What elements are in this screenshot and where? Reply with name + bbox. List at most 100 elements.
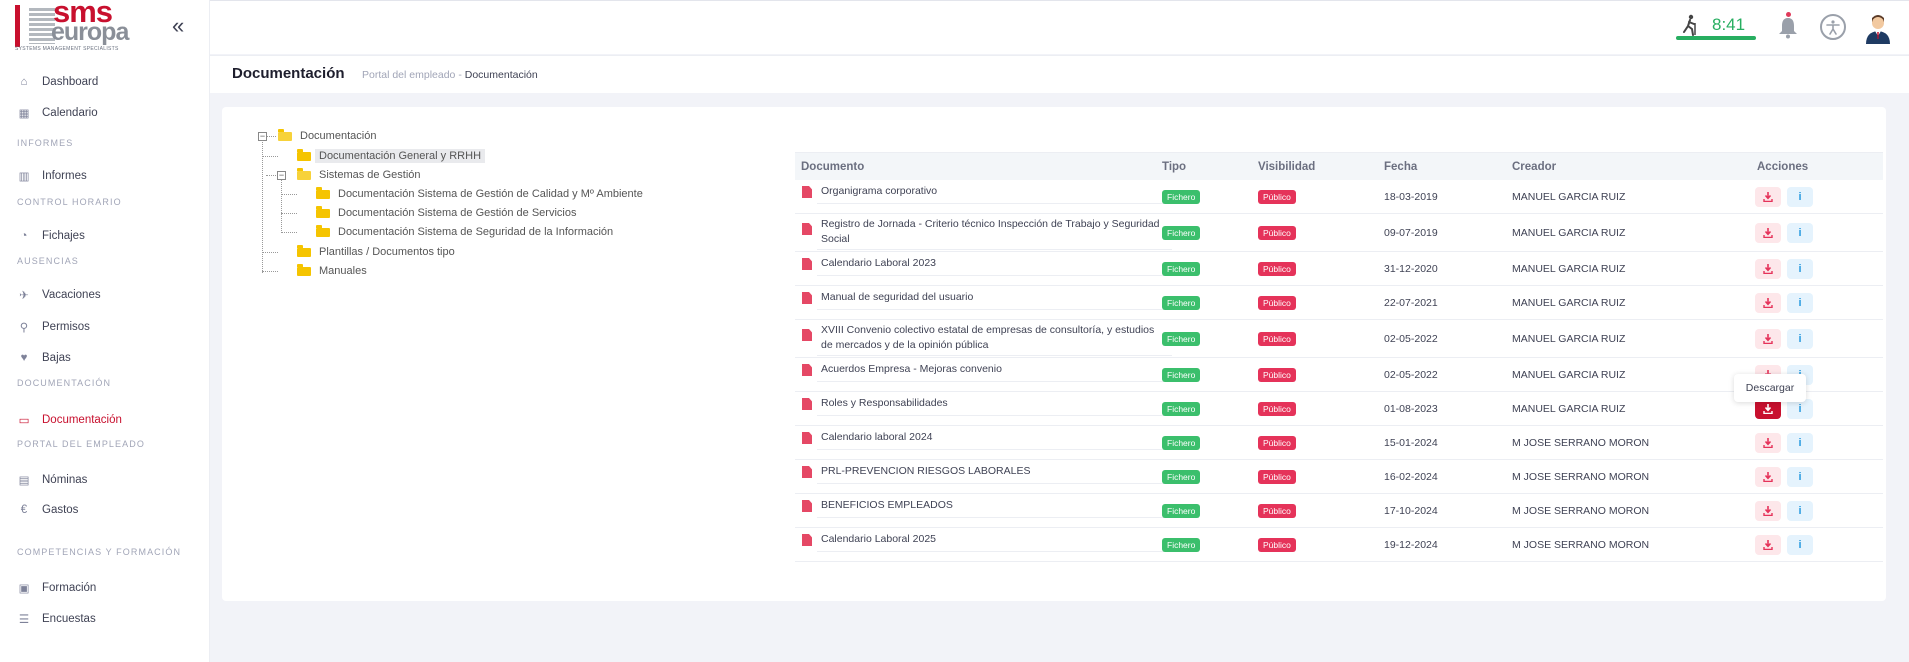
walk-icon: ⚲	[19, 322, 29, 334]
brand-logo[interactable]: sms europa SYSTEMS MANAGEMENT SPECIALIST…	[15, 0, 135, 52]
sidebar-item-gastos[interactable]: € Gastos	[17, 500, 79, 520]
download-icon	[1763, 472, 1773, 482]
table-row: Registro de Jornada - Criterio técnico I…	[795, 214, 1883, 252]
tree-node-servicios[interactable]: Documentación Sistema de Gestión de Serv…	[316, 205, 580, 221]
sidebar-item-vacaciones[interactable]: ✈ Vacaciones	[17, 285, 100, 305]
sidebar-item-informes[interactable]: ▥ Informes	[17, 166, 87, 186]
document-name[interactable]: Calendario Laboral 2025	[821, 532, 1166, 547]
document-name[interactable]: PRL-PREVENCION RIESGOS LABORALES	[821, 464, 1166, 479]
document-name[interactable]: Calendario laboral 2024	[821, 430, 1166, 445]
info-button[interactable]: i	[1787, 535, 1813, 555]
plane-icon: ✈	[19, 290, 29, 302]
download-button[interactable]	[1755, 467, 1781, 487]
chalkboard-icon: ▣	[18, 583, 30, 595]
document-name[interactable]: Acuerdos Empresa - Mejoras convenio	[821, 362, 1166, 377]
sidebar-item-encuestas[interactable]: ☰ Encuestas	[17, 609, 96, 629]
sidebar-section-label: AUSENCIAS	[17, 256, 79, 266]
col-fecha[interactable]: Fecha	[1384, 161, 1417, 173]
download-icon	[1763, 192, 1773, 202]
info-button[interactable]: i	[1787, 293, 1813, 313]
accessibility-icon[interactable]	[1820, 14, 1846, 40]
sidebar-item-dashboard[interactable]: ⌂ Dashboard	[17, 72, 99, 92]
table-row: Calendario laboral 2024 Fichero Público 15-…	[795, 426, 1883, 460]
tree-node-calidad[interactable]: Documentación Sistema de Gestión de Cali…	[316, 186, 647, 202]
breadcrumb-parent[interactable]: Portal del empleado	[362, 69, 455, 81]
tipo-badge: Fichero	[1162, 296, 1201, 310]
info-button[interactable]: i	[1787, 399, 1813, 419]
sidebar-item-fichajes[interactable]: ◔ Fichajes	[17, 226, 85, 246]
download-button[interactable]	[1755, 223, 1781, 243]
info-button[interactable]: i	[1787, 467, 1813, 487]
info-button[interactable]: i	[1787, 329, 1813, 349]
info-button[interactable]: i	[1787, 259, 1813, 279]
document-name[interactable]: XVIII Convenio colectivo estatal de empr…	[821, 323, 1166, 353]
download-button[interactable]	[1755, 187, 1781, 207]
table-row: Manual de seguridad del usuario Fichero Pú…	[795, 286, 1883, 320]
download-button[interactable]	[1755, 293, 1781, 313]
download-button[interactable]	[1755, 329, 1781, 349]
col-visibilidad[interactable]: Visibilidad	[1258, 161, 1315, 173]
download-button[interactable]	[1755, 535, 1781, 555]
col-tipo[interactable]: Tipo	[1162, 161, 1186, 173]
sidebar-item-permisos[interactable]: ⚲ Permisos	[17, 317, 90, 337]
info-icon: i	[1798, 227, 1802, 239]
fecha-cell: 15-01-2024	[1384, 437, 1438, 449]
download-button[interactable]	[1755, 399, 1781, 419]
info-button[interactable]: i	[1787, 501, 1813, 521]
info-icon: i	[1798, 539, 1802, 551]
creador-cell: M JOSE SERRANO MORON	[1512, 505, 1650, 517]
sidebar-item-documentacin[interactable]: ▭ Documentación	[17, 410, 122, 430]
info-button[interactable]: i	[1787, 223, 1813, 243]
document-name[interactable]: Registro de Jornada - Criterio técnico I…	[821, 217, 1166, 247]
sidebar-section-label: DOCUMENTACIÓN	[17, 378, 112, 388]
pdf-file-icon	[802, 258, 812, 270]
table-row: Organigrama corporativo Fichero Público 18-…	[795, 180, 1883, 214]
logo-text-bottom: europa	[51, 18, 129, 46]
download-button[interactable]	[1755, 501, 1781, 521]
sidebar: sms europa SYSTEMS MANAGEMENT SPECIALIST…	[0, 0, 210, 662]
pdf-file-icon	[802, 329, 812, 341]
document-name[interactable]: BENEFICIOS EMPLEADOS	[821, 498, 1166, 513]
download-button[interactable]	[1755, 259, 1781, 279]
breadcrumb: Portal del empleado - Documentación	[362, 69, 538, 81]
doc-underline	[817, 551, 1172, 552]
creador-cell: MANUEL GARCIA RUIZ	[1512, 263, 1626, 275]
user-avatar[interactable]	[1864, 12, 1892, 44]
tree-node-general-rrhh[interactable]: Documentación General y RRHH	[297, 148, 486, 164]
notifications-bell-icon[interactable]	[1777, 12, 1799, 39]
clock-widget[interactable]: 8:41	[1676, 12, 1758, 40]
sidebar-item-nminas[interactable]: ▤ Nóminas	[17, 470, 88, 490]
table-row: BENEFICIOS EMPLEADOS Fichero Público 17-10-…	[795, 494, 1883, 528]
tree-toggle-root[interactable]: −	[258, 132, 267, 141]
tree-node-seguridad[interactable]: Documentación Sistema de Seguridad de la…	[316, 224, 617, 240]
pdf-file-icon	[802, 223, 812, 235]
creador-cell: M JOSE SERRANO MORON	[1512, 437, 1650, 449]
col-documento[interactable]: Documento	[801, 161, 864, 173]
sidebar-item-formacin[interactable]: ▣ Formación	[17, 578, 97, 598]
tipo-badge: Fichero	[1162, 190, 1201, 204]
tree-toggle-sistemas[interactable]: −	[277, 171, 286, 180]
sidebar-item-label: Bajas	[42, 352, 71, 364]
tree-node-sistemas[interactable]: Sistemas de Gestión	[297, 167, 425, 183]
download-button[interactable]	[1755, 433, 1781, 453]
download-icon	[1763, 506, 1773, 516]
document-name[interactable]: Organigrama corporativo	[821, 184, 1166, 199]
sidebar-section-label: PORTAL DEL EMPLEADO	[17, 439, 145, 449]
info-button[interactable]: i	[1787, 433, 1813, 453]
sidebar-item-bajas[interactable]: ♥ Bajas	[17, 348, 71, 368]
sidebar-item-calendario[interactable]: ▦ Calendario	[17, 103, 98, 123]
info-button[interactable]: i	[1787, 187, 1813, 207]
col-creador[interactable]: Creador	[1512, 161, 1556, 173]
document-name[interactable]: Roles y Responsabilidades	[821, 396, 1166, 411]
tree-node-root[interactable]: Documentación	[278, 128, 380, 144]
clock-time: 8:41	[1712, 15, 1746, 34]
document-name[interactable]: Calendario Laboral 2023	[821, 256, 1166, 271]
sidebar-section-label: COMPETENCIAS Y FORMACIÓN	[17, 547, 182, 557]
creador-cell: MANUEL GARCIA RUIZ	[1512, 191, 1626, 203]
visibilidad-badge: Público	[1258, 470, 1296, 484]
collapse-sidebar-icon[interactable]: «	[172, 15, 184, 37]
document-name[interactable]: Manual de seguridad del usuario	[821, 290, 1166, 305]
tipo-badge: Fichero	[1162, 470, 1201, 484]
tree-node-plantillas[interactable]: Plantillas / Documentos tipo	[297, 244, 459, 260]
tree-node-manuales[interactable]: Manuales	[297, 263, 371, 279]
